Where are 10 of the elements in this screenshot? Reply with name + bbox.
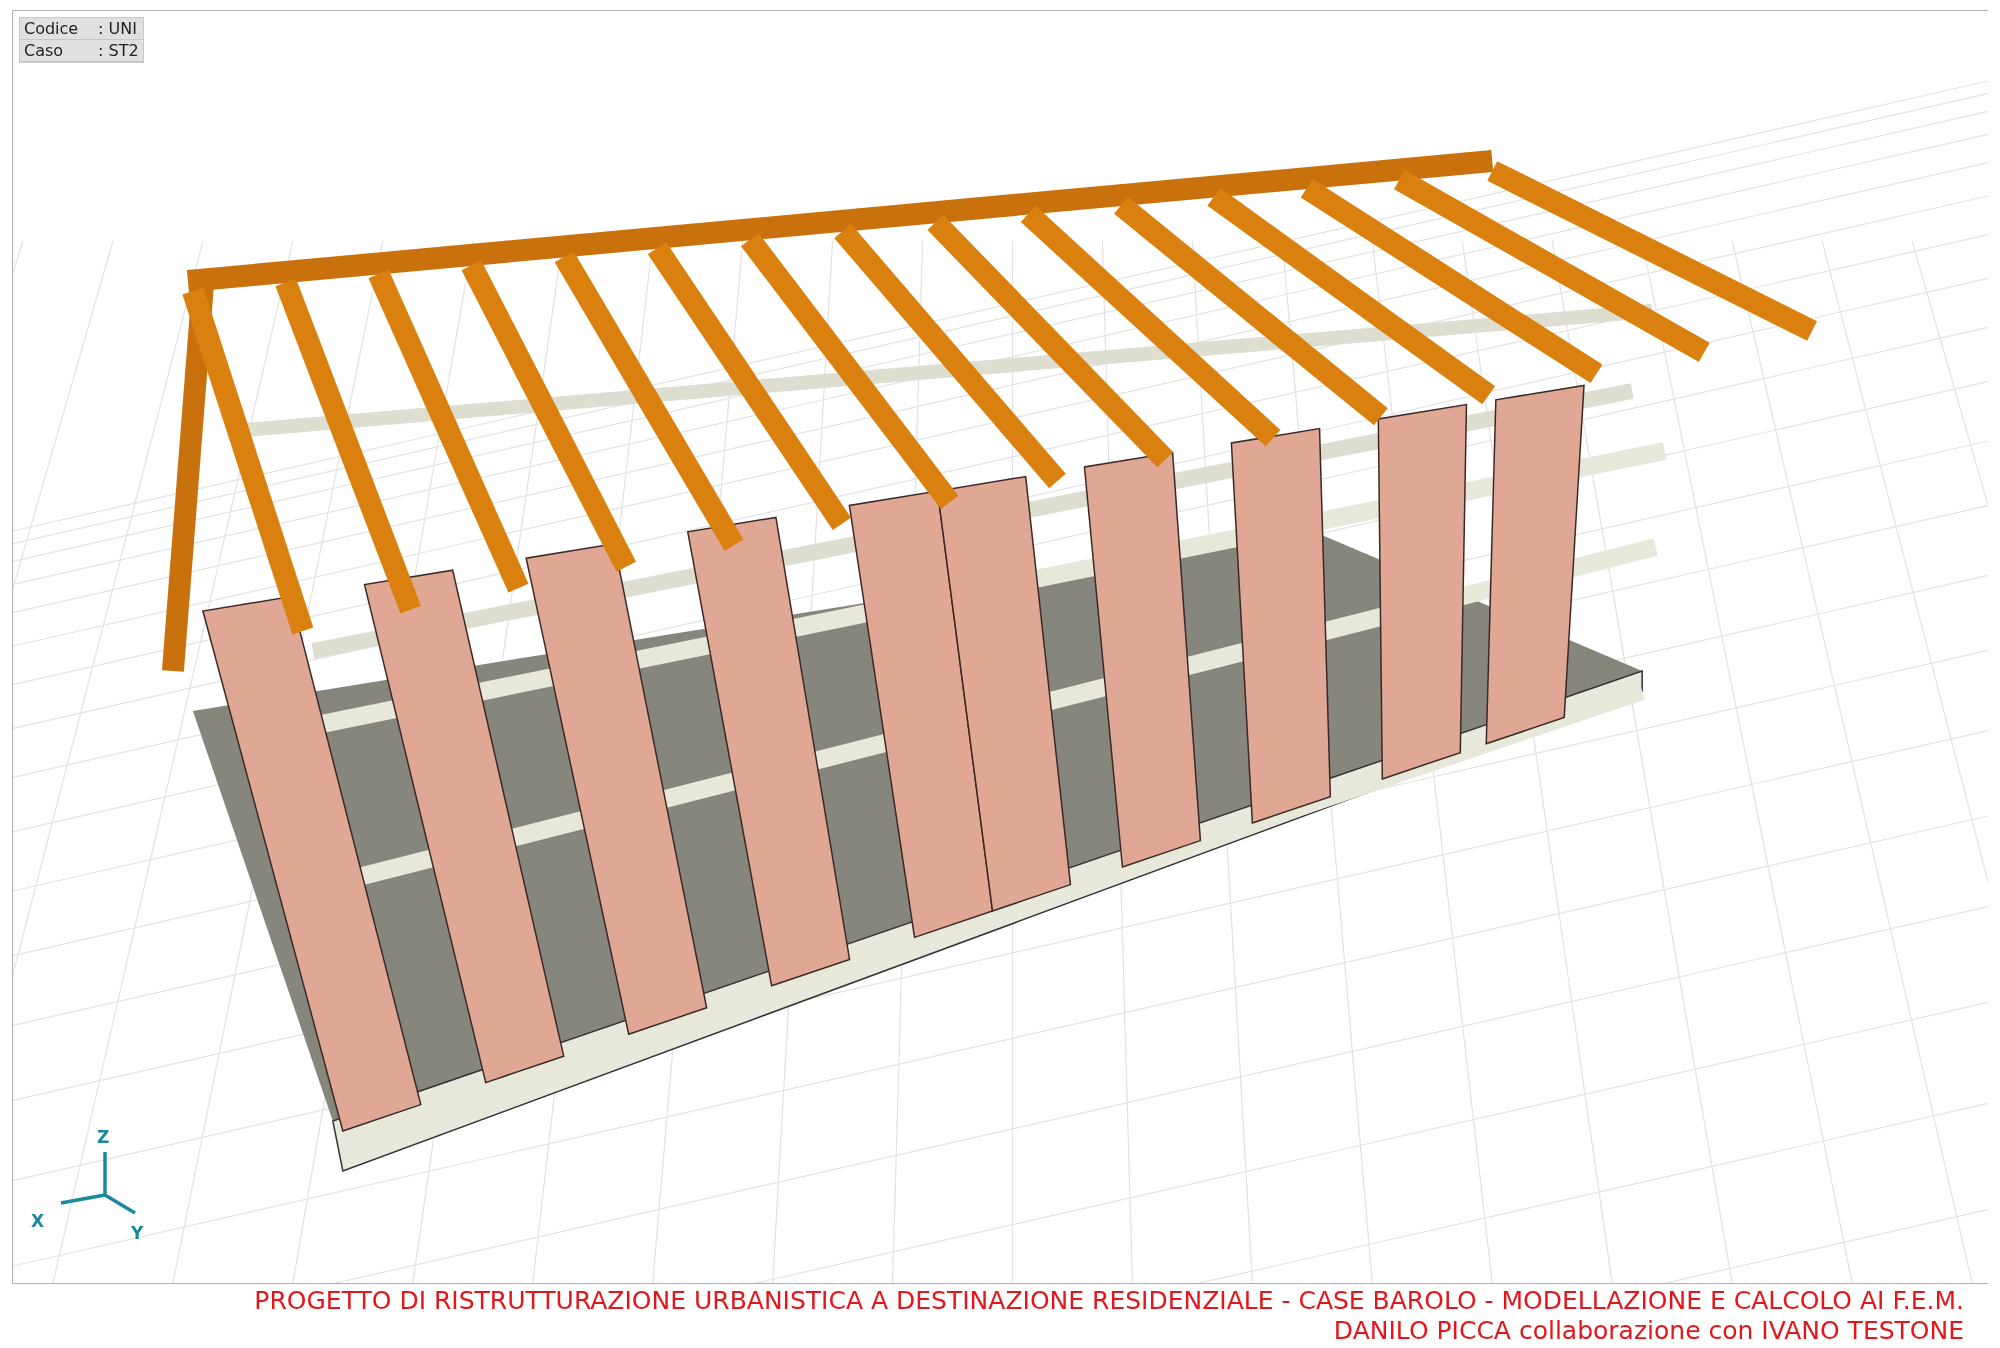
axis-label: Y [131,1223,144,1243]
legend-label: Caso [24,41,65,60]
caption-credits: DANILO PICCA collaborazione con IVANO TESTONE [1333,1316,1964,1346]
legend-value: : UNI [98,19,137,38]
legend-label: Codice [24,19,80,38]
axis-label: X [31,1211,45,1231]
caption-title: PROGETTO DI RISTRUTTURAZIONE URBANISTICA A DESTINAZIONE RESIDENZIALE - CASE BAROLO - MODELLAZIONE E CALCOLO AI F.E.M. [254,1286,1964,1316]
legend-value: : ST2 [98,41,139,60]
model-viewport[interactable]: Codice : UNI Caso : ST2 Z X Y [12,10,1988,1284]
axis-label: Z [97,1127,110,1147]
